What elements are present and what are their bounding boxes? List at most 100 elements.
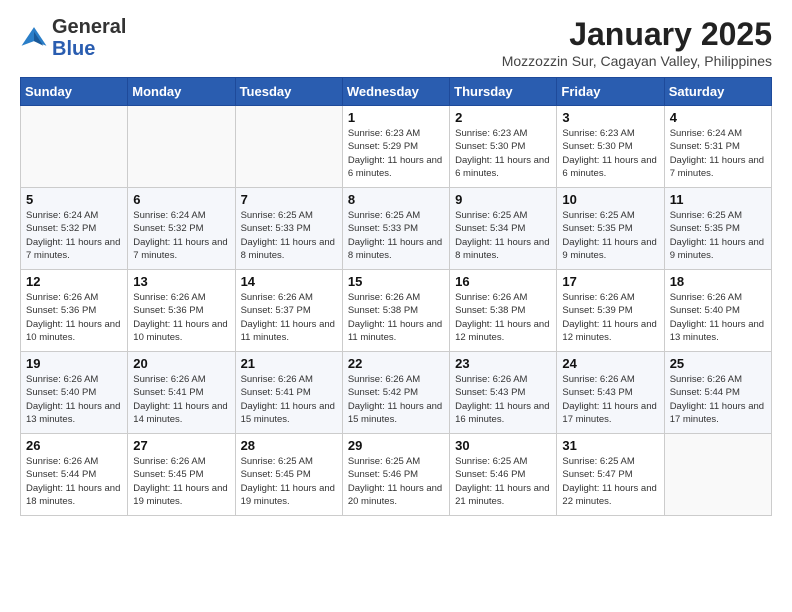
calendar-week-row: 12Sunrise: 6:26 AMSunset: 5:36 PMDayligh… — [21, 270, 772, 352]
day-info: Sunrise: 6:23 AMSunset: 5:30 PMDaylight:… — [562, 127, 658, 180]
day-info: Sunrise: 6:24 AMSunset: 5:32 PMDaylight:… — [26, 209, 122, 262]
calendar-cell: 13Sunrise: 6:26 AMSunset: 5:36 PMDayligh… — [128, 270, 235, 352]
day-number: 5 — [26, 192, 122, 207]
calendar-cell: 18 Sunrise: 6:26 AMSunset: 5:40 PMDayligh… — [664, 270, 771, 352]
day-info: Sunrise: 6:25 AMSunset: 5:35 PMDaylight:… — [670, 209, 766, 262]
calendar-cell: 5 Sunrise: 6:24 AMSunset: 5:32 PMDaylight… — [21, 188, 128, 270]
col-thursday: Thursday — [450, 78, 557, 106]
day-info: Sunrise: 6:26 AMSunset: 5:38 PMDaylight:… — [348, 291, 444, 344]
calendar-cell: 14Sunrise: 6:26 AMSunset: 5:37 PMDayligh… — [235, 270, 342, 352]
col-saturday: Saturday — [664, 78, 771, 106]
day-info: Sunrise: 6:26 AMSunset: 5:40 PMDaylight:… — [670, 291, 766, 344]
day-info: Sunrise: 6:25 AMSunset: 5:34 PMDaylight:… — [455, 209, 551, 262]
day-number: 31 — [562, 438, 658, 453]
page: General Blue January 2025 Mozzozzin Sur,… — [0, 0, 792, 526]
day-number: 29 — [348, 438, 444, 453]
day-number: 24 — [562, 356, 658, 371]
calendar-cell: 1Sunrise: 6:23 AMSunset: 5:29 PMDaylight… — [342, 106, 449, 188]
calendar-cell: 2Sunrise: 6:23 AMSunset: 5:30 PMDaylight… — [450, 106, 557, 188]
day-info: Sunrise: 6:26 AMSunset: 5:44 PMDaylight:… — [670, 373, 766, 426]
day-info: Sunrise: 6:25 AMSunset: 5:35 PMDaylight:… — [562, 209, 658, 262]
day-number: 16 — [455, 274, 551, 289]
day-number: 27 — [133, 438, 229, 453]
day-number: 12 — [26, 274, 122, 289]
calendar-cell: 16 Sunrise: 6:26 AMSunset: 5:38 PMDayligh… — [450, 270, 557, 352]
col-sunday: Sunday — [21, 78, 128, 106]
calendar-cell: 27 Sunrise: 6:26 AMSunset: 5:45 PMDayligh… — [128, 434, 235, 516]
day-number: 18 — [670, 274, 766, 289]
calendar-cell: 6 Sunrise: 6:24 AMSunset: 5:32 PMDaylight… — [128, 188, 235, 270]
logo: General Blue — [20, 16, 126, 60]
calendar-cell: 10 Sunrise: 6:25 AMSunset: 5:35 PMDayligh… — [557, 188, 664, 270]
day-info: Sunrise: 6:26 AMSunset: 5:42 PMDaylight:… — [348, 373, 444, 426]
calendar-cell: 23 Sunrise: 6:26 AMSunset: 5:43 PMDayligh… — [450, 352, 557, 434]
calendar-cell: 7Sunrise: 6:25 AMSunset: 5:33 PMDaylight… — [235, 188, 342, 270]
calendar-cell: 29 Sunrise: 6:25 AMSunset: 5:46 PMDayligh… — [342, 434, 449, 516]
day-info: Sunrise: 6:25 AMSunset: 5:33 PMDaylight:… — [241, 209, 337, 262]
day-number: 6 — [133, 192, 229, 207]
day-number: 9 — [455, 192, 551, 207]
calendar-week-row: 1Sunrise: 6:23 AMSunset: 5:29 PMDaylight… — [21, 106, 772, 188]
day-info: Sunrise: 6:24 AMSunset: 5:31 PMDaylight:… — [670, 127, 766, 180]
calendar-cell: 17 Sunrise: 6:26 AMSunset: 5:39 PMDayligh… — [557, 270, 664, 352]
subtitle: Mozzozzin Sur, Cagayan Valley, Philippin… — [502, 53, 772, 69]
logo-blue-text: Blue — [52, 38, 95, 60]
calendar-cell — [128, 106, 235, 188]
calendar-cell: 22 Sunrise: 6:26 AMSunset: 5:42 PMDayligh… — [342, 352, 449, 434]
calendar-cell: 24Sunrise: 6:26 AMSunset: 5:43 PMDayligh… — [557, 352, 664, 434]
calendar-cell: 28Sunrise: 6:25 AMSunset: 5:45 PMDayligh… — [235, 434, 342, 516]
col-friday: Friday — [557, 78, 664, 106]
col-wednesday: Wednesday — [342, 78, 449, 106]
day-info: Sunrise: 6:26 AMSunset: 5:41 PMDaylight:… — [133, 373, 229, 426]
day-info: Sunrise: 6:26 AMSunset: 5:43 PMDaylight:… — [455, 373, 551, 426]
day-number: 8 — [348, 192, 444, 207]
day-number: 17 — [562, 274, 658, 289]
calendar-cell: 20Sunrise: 6:26 AMSunset: 5:41 PMDayligh… — [128, 352, 235, 434]
col-monday: Monday — [128, 78, 235, 106]
month-title: January 2025 — [502, 16, 772, 53]
day-number: 28 — [241, 438, 337, 453]
day-info: Sunrise: 6:25 AMSunset: 5:33 PMDaylight:… — [348, 209, 444, 262]
day-number: 15 — [348, 274, 444, 289]
day-info: Sunrise: 6:24 AMSunset: 5:32 PMDaylight:… — [133, 209, 229, 262]
calendar-table: Sunday Monday Tuesday Wednesday Thursday… — [20, 77, 772, 516]
logo-general-text: General — [52, 16, 126, 38]
day-number: 13 — [133, 274, 229, 289]
calendar-week-row: 26Sunrise: 6:26 AMSunset: 5:44 PMDayligh… — [21, 434, 772, 516]
day-number: 2 — [455, 110, 551, 125]
calendar-cell: 30Sunrise: 6:25 AMSunset: 5:46 PMDayligh… — [450, 434, 557, 516]
calendar-body: 1Sunrise: 6:23 AMSunset: 5:29 PMDaylight… — [21, 106, 772, 516]
calendar-cell: 8 Sunrise: 6:25 AMSunset: 5:33 PMDaylight… — [342, 188, 449, 270]
day-number: 23 — [455, 356, 551, 371]
calendar-cell — [21, 106, 128, 188]
title-block: January 2025 Mozzozzin Sur, Cagayan Vall… — [502, 16, 772, 69]
day-number: 11 — [670, 192, 766, 207]
day-info: Sunrise: 6:26 AMSunset: 5:38 PMDaylight:… — [455, 291, 551, 344]
calendar-cell: 31Sunrise: 6:25 AMSunset: 5:47 PMDayligh… — [557, 434, 664, 516]
calendar-week-row: 5 Sunrise: 6:24 AMSunset: 5:32 PMDaylight… — [21, 188, 772, 270]
calendar-cell: 11 Sunrise: 6:25 AMSunset: 5:35 PMDayligh… — [664, 188, 771, 270]
day-info: Sunrise: 6:25 AMSunset: 5:46 PMDaylight:… — [455, 455, 551, 508]
day-info: Sunrise: 6:23 AMSunset: 5:29 PMDaylight:… — [348, 127, 444, 180]
day-number: 26 — [26, 438, 122, 453]
day-number: 10 — [562, 192, 658, 207]
calendar-week-row: 19Sunrise: 6:26 AMSunset: 5:40 PMDayligh… — [21, 352, 772, 434]
calendar-cell: 26Sunrise: 6:26 AMSunset: 5:44 PMDayligh… — [21, 434, 128, 516]
col-tuesday: Tuesday — [235, 78, 342, 106]
logo-icon — [20, 24, 48, 52]
calendar-cell: 19Sunrise: 6:26 AMSunset: 5:40 PMDayligh… — [21, 352, 128, 434]
day-number: 22 — [348, 356, 444, 371]
day-info: Sunrise: 6:26 AMSunset: 5:41 PMDaylight:… — [241, 373, 337, 426]
calendar-cell: 3 Sunrise: 6:23 AMSunset: 5:30 PMDaylight… — [557, 106, 664, 188]
calendar-cell: 15 Sunrise: 6:26 AMSunset: 5:38 PMDayligh… — [342, 270, 449, 352]
header: General Blue January 2025 Mozzozzin Sur,… — [20, 16, 772, 69]
calendar-cell: 12Sunrise: 6:26 AMSunset: 5:36 PMDayligh… — [21, 270, 128, 352]
day-info: Sunrise: 6:26 AMSunset: 5:39 PMDaylight:… — [562, 291, 658, 344]
day-info: Sunrise: 6:25 AMSunset: 5:46 PMDaylight:… — [348, 455, 444, 508]
day-number: 25 — [670, 356, 766, 371]
calendar-cell — [664, 434, 771, 516]
day-number: 19 — [26, 356, 122, 371]
day-number: 3 — [562, 110, 658, 125]
day-number: 14 — [241, 274, 337, 289]
day-info: Sunrise: 6:26 AMSunset: 5:45 PMDaylight:… — [133, 455, 229, 508]
